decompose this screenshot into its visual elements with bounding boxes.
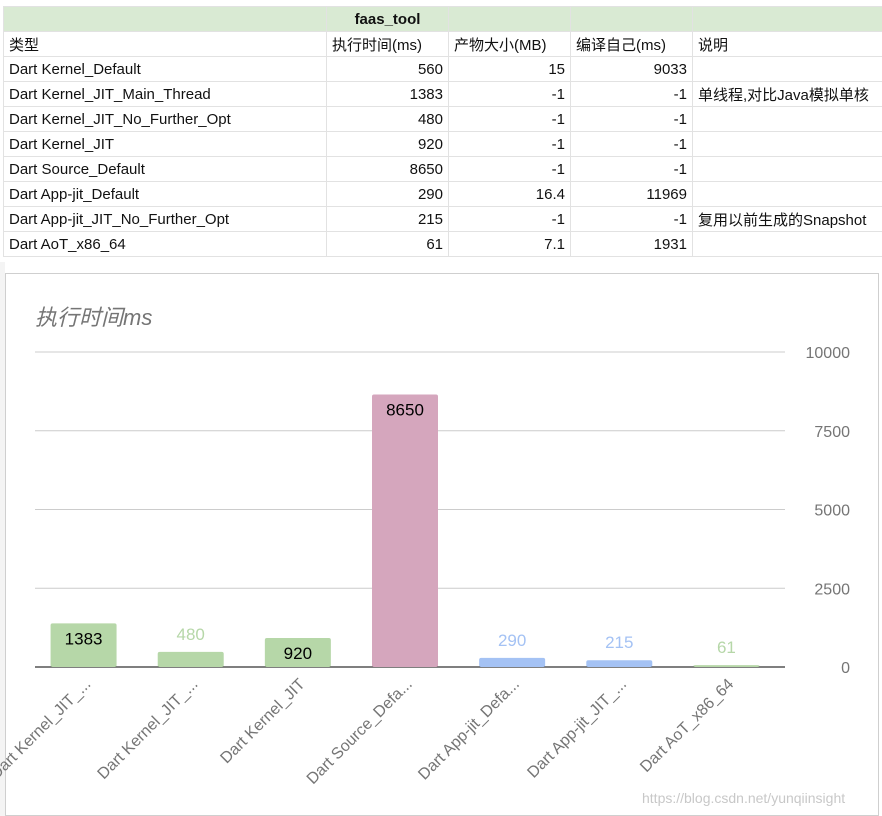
bar [693, 665, 760, 667]
data-label: 215 [605, 633, 633, 652]
y-tick-label: 0 [841, 660, 850, 677]
x-tick-label: Dart Source_Defa... [304, 676, 416, 788]
data-label: 290 [498, 631, 526, 650]
bar [157, 651, 224, 667]
x-tick-label: Dart App-jit_JIT_... [524, 676, 630, 782]
x-tick-label: Dart AoT_x86_64 [637, 676, 737, 776]
data-label: 480 [177, 625, 205, 644]
watermark: https://blog.csdn.net/yunqiinsight [642, 790, 846, 806]
y-tick-label: 7500 [814, 424, 850, 441]
y-tick-label: 10000 [806, 345, 851, 362]
x-tick-label: Dart Kernel_JIT_... [0, 676, 94, 783]
y-tick-label: 5000 [814, 503, 850, 520]
y-tick-label: 2500 [814, 581, 850, 598]
data-label: 8650 [386, 401, 424, 420]
bar [586, 660, 653, 667]
bar-chart: 0 2500 5000 7500 10000 1383 Dart Kernel_JIT_..… [0, 345, 851, 788]
bar [479, 657, 546, 667]
bar [372, 394, 438, 667]
data-label: 1383 [65, 629, 103, 648]
data-label: 61 [717, 638, 736, 657]
x-tick-label: Dart Kernel_JIT_... [95, 676, 202, 783]
x-tick-label: Dart Kernel_JIT [217, 676, 308, 767]
data-label: 920 [284, 644, 312, 663]
x-tick-label: Dart App-jit_Defa... [415, 676, 523, 784]
